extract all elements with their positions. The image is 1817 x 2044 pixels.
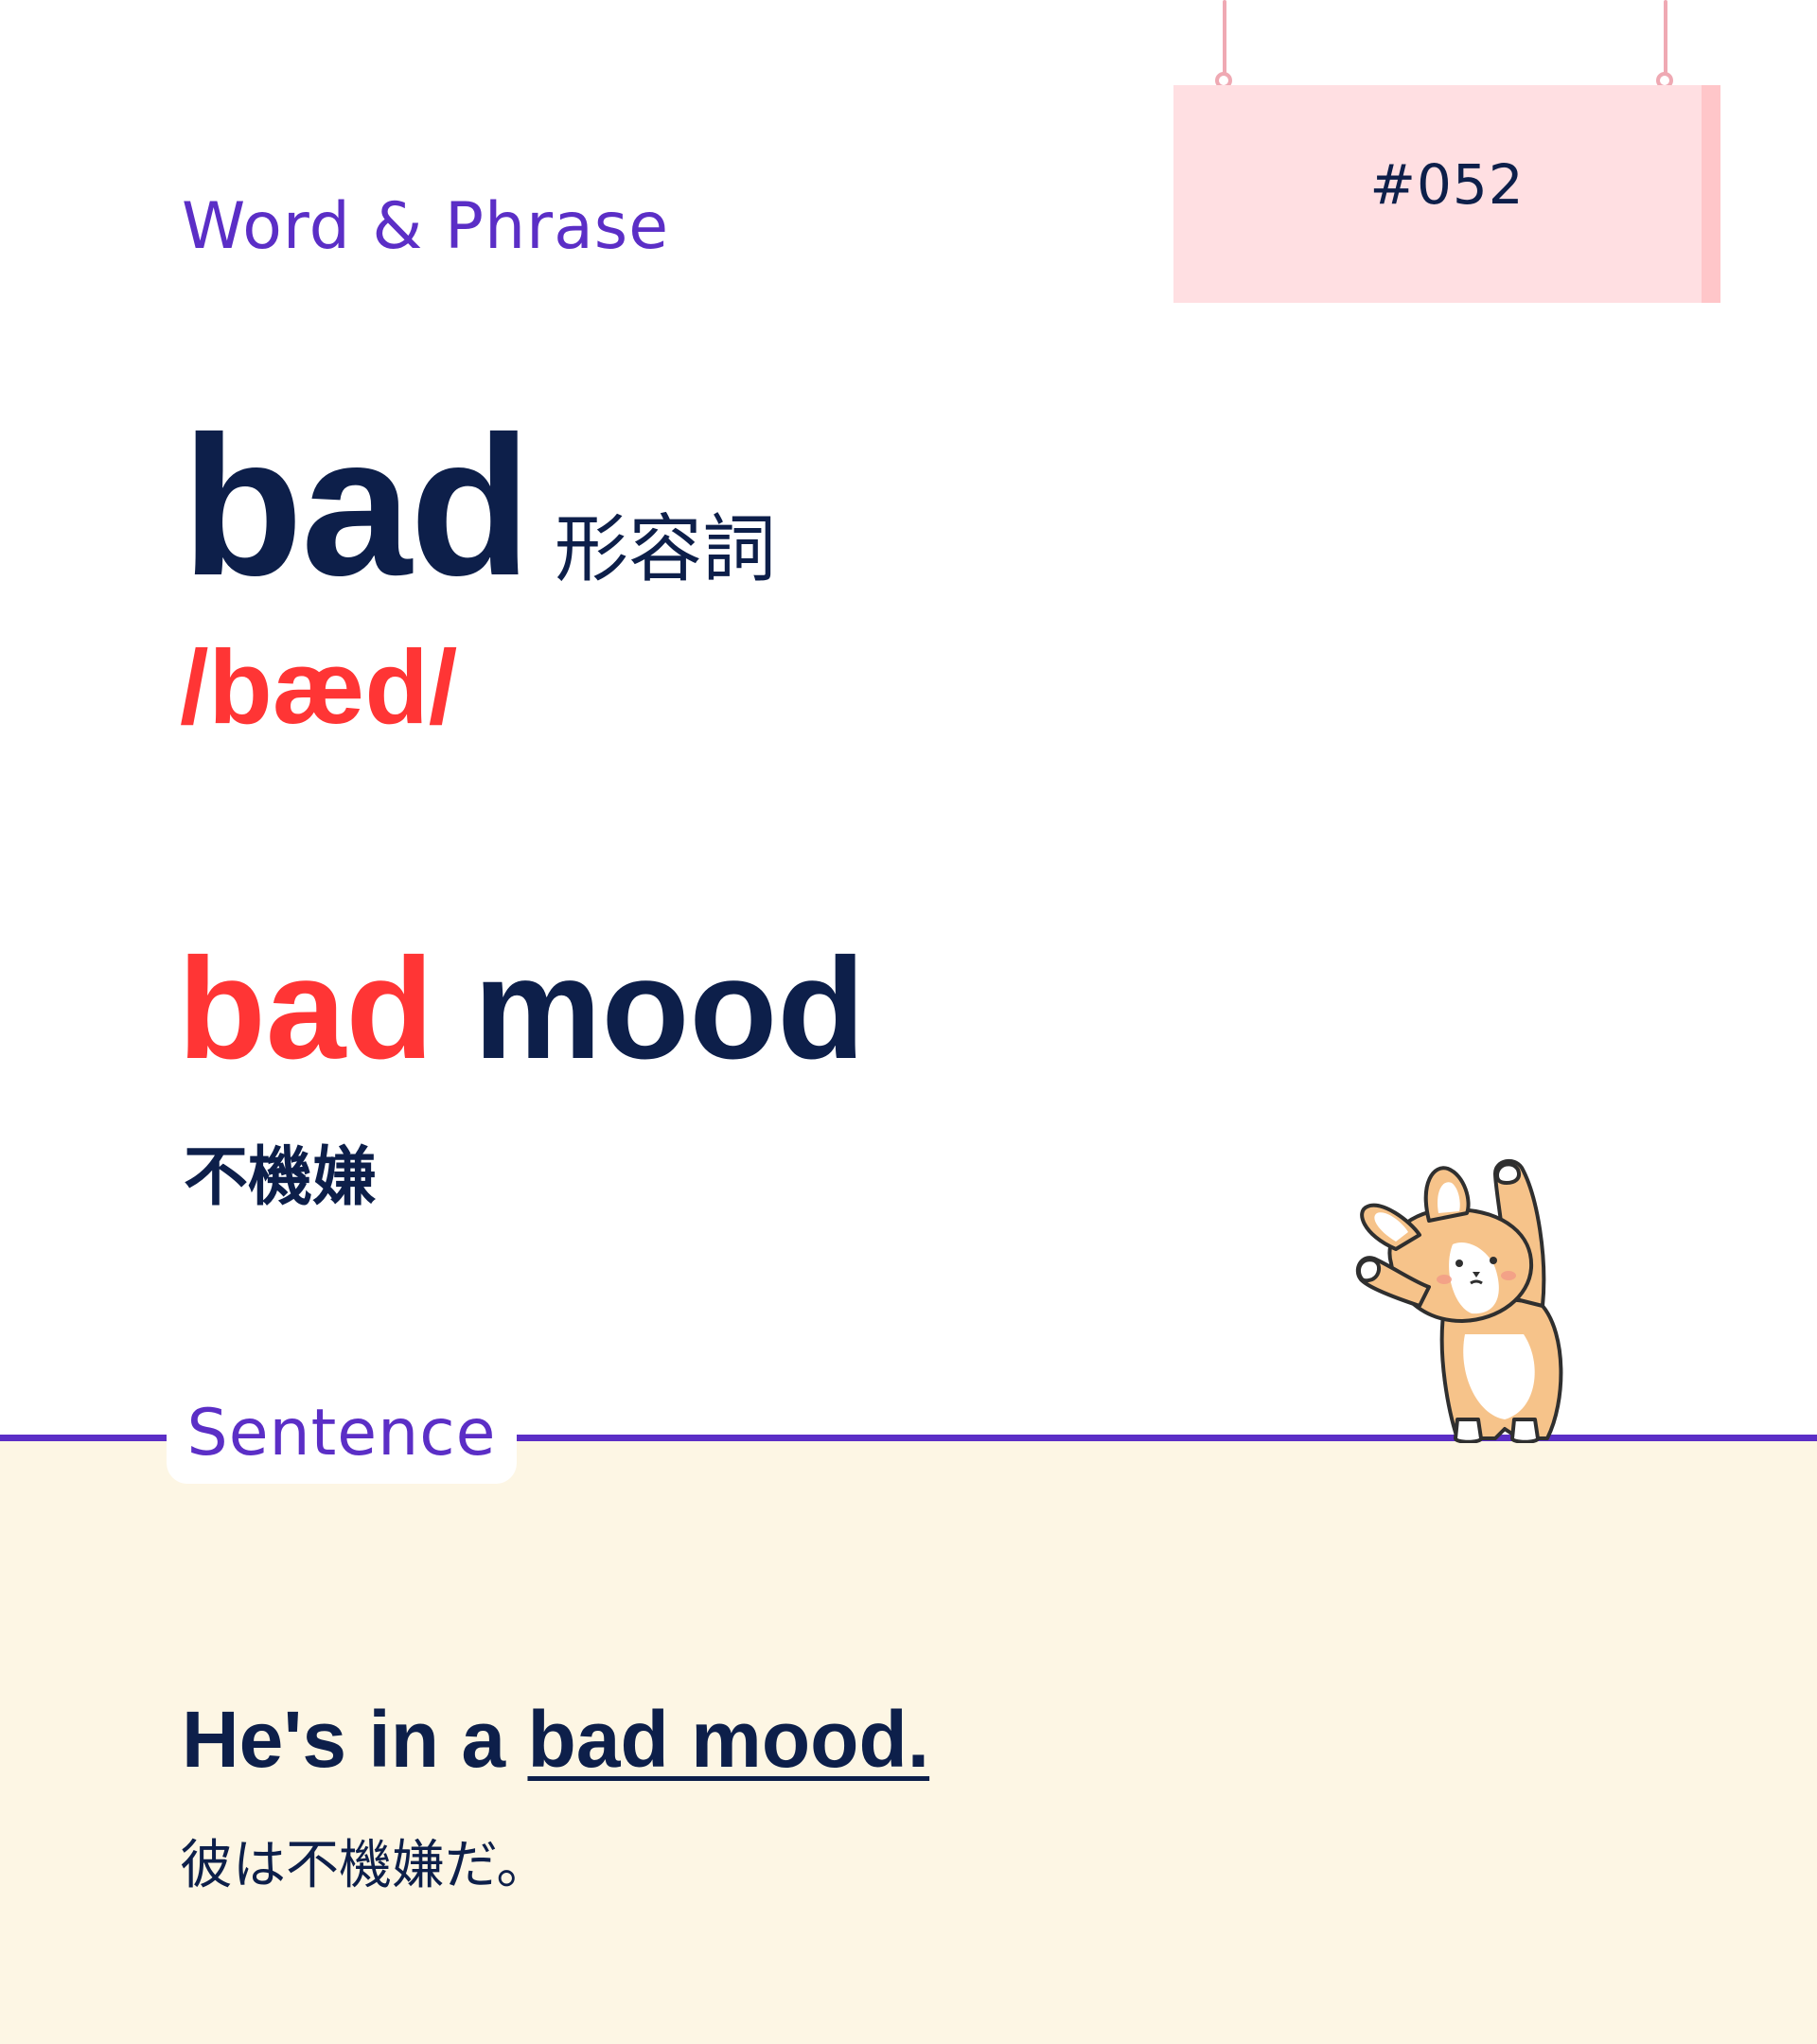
- sentence-label-pill: Sentence: [167, 1382, 517, 1484]
- sign-string-left: [1223, 0, 1226, 74]
- number-sign: #052: [1173, 85, 1720, 303]
- example-sentence: He's in a bad mood.: [182, 1694, 929, 1786]
- corgi-mascot-icon: [1355, 1158, 1563, 1443]
- sign-string-right: [1664, 0, 1667, 74]
- phrase-highlight: bad: [178, 928, 434, 1089]
- phrase-rest: mood: [473, 928, 866, 1089]
- example-translation: 彼は不機嫌だ。: [180, 1835, 550, 1896]
- sentence-label: Sentence: [186, 1395, 497, 1471]
- part-of-speech: 形容詞: [555, 507, 777, 592]
- example-prefix: He's in a: [182, 1695, 506, 1784]
- phrase: bad mood: [178, 937, 865, 1081]
- phonetic-transcription: /bæd/: [180, 629, 458, 746]
- phrase-translation: 不機嫌: [184, 1140, 378, 1215]
- section-label: Word & Phrase: [182, 189, 670, 264]
- example-underlined: bad mood.: [527, 1695, 930, 1784]
- card-number: #052: [1369, 152, 1525, 217]
- headword: bad: [182, 395, 531, 617]
